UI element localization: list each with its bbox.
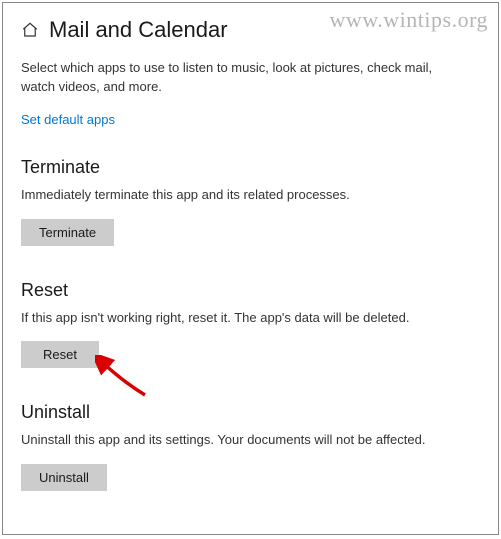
terminate-section: Terminate Immediately terminate this app… [21, 157, 480, 246]
uninstall-description: Uninstall this app and its settings. You… [21, 431, 451, 450]
set-default-apps-link[interactable]: Set default apps [21, 112, 115, 127]
page-header: Mail and Calendar [21, 17, 480, 43]
page-title: Mail and Calendar [49, 17, 228, 43]
reset-title: Reset [21, 280, 480, 301]
intro-description: Select which apps to use to listen to mu… [21, 59, 451, 97]
terminate-button[interactable]: Terminate [21, 219, 114, 246]
home-icon[interactable] [21, 21, 39, 39]
uninstall-section: Uninstall Uninstall this app and its set… [21, 402, 480, 491]
terminate-title: Terminate [21, 157, 480, 178]
reset-description: If this app isn't working right, reset i… [21, 309, 451, 328]
reset-section: Reset If this app isn't working right, r… [21, 280, 480, 369]
uninstall-title: Uninstall [21, 402, 480, 423]
reset-button[interactable]: Reset [21, 341, 99, 368]
uninstall-button[interactable]: Uninstall [21, 464, 107, 491]
terminate-description: Immediately terminate this app and its r… [21, 186, 451, 205]
